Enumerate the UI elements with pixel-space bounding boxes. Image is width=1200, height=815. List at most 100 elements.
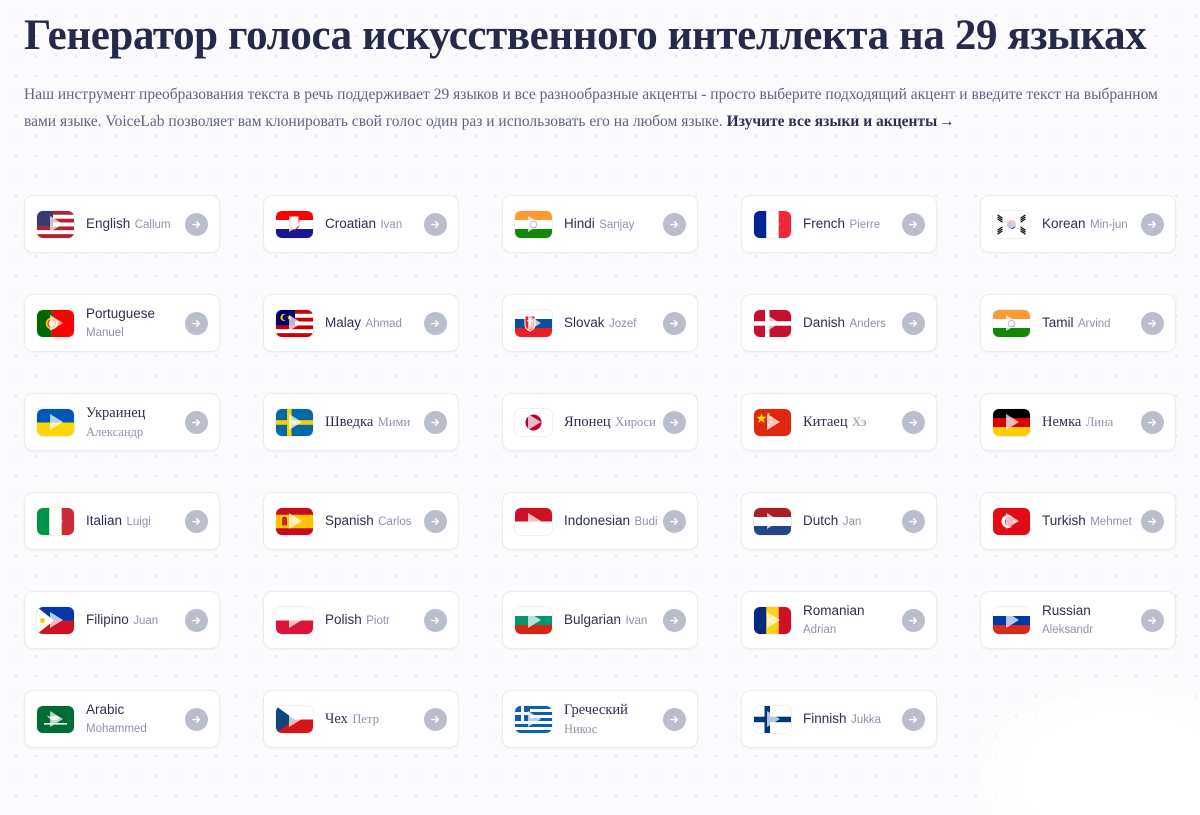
arrow-right-icon[interactable] bbox=[185, 707, 208, 731]
intro-paragraph: Наш инструмент преобразования текста в р… bbox=[24, 82, 1176, 135]
language-card-text: Polish Piotr bbox=[313, 611, 424, 630]
language-card[interactable]: Китаец Хэ bbox=[741, 393, 937, 452]
voice-name: Ivan bbox=[625, 615, 648, 628]
language-card[interactable]: Malay Ahmad bbox=[263, 294, 459, 353]
language-card-text: Korean Min-jun bbox=[1030, 215, 1141, 234]
arrow-right-icon[interactable] bbox=[185, 509, 208, 533]
arrow-right-icon[interactable] bbox=[1141, 509, 1164, 533]
language-card[interactable]: Portuguese Manuel bbox=[24, 294, 220, 353]
arrow-right-icon[interactable] bbox=[663, 608, 686, 632]
flag-nl-icon bbox=[754, 507, 791, 535]
language-card[interactable]: Немка Лина bbox=[980, 393, 1176, 452]
flag-ro-icon bbox=[754, 606, 791, 634]
flag-dk-icon bbox=[754, 309, 791, 337]
language-name: Croatian bbox=[325, 216, 377, 232]
arrow-right-icon[interactable] bbox=[902, 212, 925, 236]
arrow-right-icon[interactable] bbox=[1141, 410, 1164, 434]
arrow-right-icon[interactable] bbox=[185, 608, 208, 632]
voice-name: Manuel bbox=[86, 327, 124, 340]
language-card[interactable]: Arabic Mohammed bbox=[24, 690, 220, 749]
arrow-right-icon[interactable] bbox=[663, 509, 686, 533]
language-card-text: Китаец Хэ bbox=[791, 413, 902, 432]
arrow-right-icon[interactable] bbox=[424, 410, 447, 434]
flag-hr-icon bbox=[276, 210, 313, 238]
arrow-right-icon[interactable] bbox=[1141, 212, 1164, 236]
language-card[interactable]: Turkish Mehmet bbox=[980, 492, 1176, 551]
language-name: Russian bbox=[1042, 603, 1091, 619]
arrow-right-icon[interactable] bbox=[1141, 608, 1164, 632]
voice-name: Sanjay bbox=[599, 219, 635, 232]
flag-my-icon bbox=[276, 309, 313, 337]
arrow-right-icon[interactable] bbox=[424, 311, 447, 335]
arrow-right-icon[interactable] bbox=[424, 509, 447, 533]
language-card[interactable]: Японец Хироси bbox=[502, 393, 698, 452]
language-card[interactable]: Croatian Ivan bbox=[263, 195, 459, 254]
language-card-text: Danish Anders bbox=[791, 314, 902, 333]
arrow-right-icon[interactable] bbox=[185, 212, 208, 236]
language-card[interactable]: Polish Piotr bbox=[263, 591, 459, 650]
language-card[interactable]: Slovak Jozef bbox=[502, 294, 698, 353]
arrow-right-icon[interactable] bbox=[424, 608, 447, 632]
language-card-text: Croatian Ivan bbox=[313, 215, 424, 234]
arrow-right-icon[interactable] bbox=[663, 707, 686, 731]
language-card-text: Turkish Mehmet bbox=[1030, 512, 1141, 531]
language-card[interactable]: Dutch Jan bbox=[741, 492, 937, 551]
voice-name: Adrian bbox=[803, 624, 837, 637]
language-card[interactable]: French Pierre bbox=[741, 195, 937, 254]
language-card[interactable]: Spanish Carlos bbox=[263, 492, 459, 551]
language-card[interactable]: Шведка Мими bbox=[263, 393, 459, 452]
language-card-text: Indonesian Budi bbox=[552, 512, 663, 531]
arrow-right-icon[interactable] bbox=[663, 311, 686, 335]
language-card[interactable]: Греческий Никос bbox=[502, 690, 698, 749]
voice-name: Callum bbox=[134, 219, 171, 232]
language-card[interactable]: Чех Петр bbox=[263, 690, 459, 749]
arrow-right-icon: → bbox=[939, 112, 955, 130]
flag-es-icon bbox=[276, 507, 313, 535]
language-card[interactable]: English Callum bbox=[24, 195, 220, 254]
language-card-grid: English Callum Croatian Ivan Hindi Sanja… bbox=[24, 195, 1176, 749]
language-name: Японец bbox=[564, 414, 611, 431]
arrow-right-icon[interactable] bbox=[902, 707, 925, 731]
language-card-text: French Pierre bbox=[791, 215, 902, 234]
language-card[interactable]: Filipino Juan bbox=[24, 591, 220, 650]
arrow-right-icon[interactable] bbox=[902, 410, 925, 434]
arrow-right-icon[interactable] bbox=[902, 509, 925, 533]
language-name: Arabic bbox=[86, 702, 125, 718]
flag-ua-icon bbox=[37, 408, 74, 436]
language-card[interactable]: Украинец Александр bbox=[24, 393, 220, 452]
flag-ru-icon bbox=[993, 606, 1030, 634]
flag-ph-icon bbox=[37, 606, 74, 634]
language-card[interactable]: Tamil Arvind bbox=[980, 294, 1176, 353]
flag-bg-icon bbox=[515, 606, 552, 634]
voice-name: Петр bbox=[352, 712, 379, 727]
arrow-right-icon[interactable] bbox=[902, 608, 925, 632]
voice-name: Ahmad bbox=[365, 318, 402, 331]
arrow-right-icon[interactable] bbox=[902, 311, 925, 335]
arrow-right-icon[interactable] bbox=[663, 212, 686, 236]
language-card[interactable]: Russian Aleksandr bbox=[980, 591, 1176, 650]
language-name: Portuguese bbox=[86, 306, 156, 322]
flag-gr-icon bbox=[515, 705, 552, 733]
language-card[interactable]: Bulgarian Ivan bbox=[502, 591, 698, 650]
language-card[interactable]: Indonesian Budi bbox=[502, 492, 698, 551]
arrow-right-icon[interactable] bbox=[1141, 311, 1164, 335]
language-name: Italian bbox=[86, 513, 123, 529]
arrow-right-icon[interactable] bbox=[424, 707, 447, 731]
voice-name: Luigi bbox=[126, 516, 151, 529]
arrow-right-icon[interactable] bbox=[424, 212, 447, 236]
language-card[interactable]: Italian Luigi bbox=[24, 492, 220, 551]
arrow-right-icon[interactable] bbox=[185, 311, 208, 335]
language-card[interactable]: Danish Anders bbox=[741, 294, 937, 353]
arrow-right-icon[interactable] bbox=[663, 410, 686, 434]
explore-languages-link[interactable]: Изучите все языки и акценты → bbox=[727, 113, 955, 130]
language-card[interactable]: Romanian Adrian bbox=[741, 591, 937, 650]
language-name: Romanian bbox=[803, 603, 865, 619]
language-card[interactable]: Finnish Jukka bbox=[741, 690, 937, 749]
language-card[interactable]: Korean Min-jun bbox=[980, 195, 1176, 254]
flag-cz-icon bbox=[276, 705, 313, 733]
language-name: Чех bbox=[325, 711, 348, 728]
flag-id-icon bbox=[515, 507, 552, 535]
voice-name: Александр bbox=[86, 424, 144, 439]
language-card[interactable]: Hindi Sanjay bbox=[502, 195, 698, 254]
arrow-right-icon[interactable] bbox=[185, 410, 208, 434]
